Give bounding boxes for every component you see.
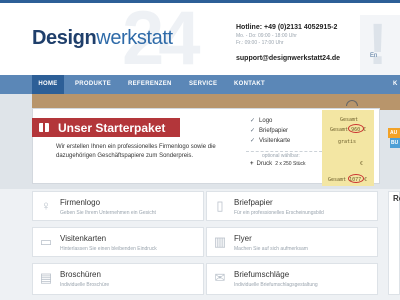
hotline-text: Hotline: +49 (0)2131 4052915-2 xyxy=(236,24,338,31)
service-title: Visitenkarten xyxy=(60,234,107,243)
service-title: Briefumschläge xyxy=(234,270,290,279)
package-icon xyxy=(39,123,49,132)
service-title: Broschüren xyxy=(60,270,101,279)
nav-item-kontakt[interactable]: KONTAKT xyxy=(234,75,265,94)
included-item: ✓ Briefpapier xyxy=(250,126,290,136)
druck-option[interactable]: + Druck 2 x 250 Stück xyxy=(250,161,305,167)
sidebar-panel: Re xyxy=(388,191,400,295)
document-icon: ▯ xyxy=(216,198,224,213)
service-card-briefpapier[interactable]: ▯ Briefpapier Für ein professionelles Er… xyxy=(206,191,378,221)
options-divider xyxy=(246,151,322,152)
optional-label: optional wählbar: xyxy=(262,153,300,159)
hours-line: Mo. - Do: 09:00 - 18:00 Uhr xyxy=(236,33,297,39)
included-list: ✓ Logo ✓ Briefpapier ✓ Visitenkarte xyxy=(250,116,290,146)
service-card-briefumschlaege[interactable]: ✉ Briefumschläge Individuelle Briefumsch… xyxy=(206,263,378,295)
included-item: ✓ Visitenkarte xyxy=(250,136,290,146)
hours-line: Fr.: 09:00 - 17:00 Uhr xyxy=(236,40,284,46)
site-header: 24 Designwerkstatt Hotline: +49 (0)2131 … xyxy=(0,3,400,75)
nav-item-referenzen[interactable]: REFERENZEN xyxy=(128,75,172,94)
plus-icon: + xyxy=(250,161,254,167)
service-title: Briefpapier xyxy=(234,198,273,207)
header-side-graphic: ! En xyxy=(360,12,400,75)
starter-package-banner: Unser Starterpaket xyxy=(32,118,180,137)
map-icon: ▥ xyxy=(213,234,227,249)
note-line: € xyxy=(360,161,364,167)
druck-quantity: 2 x 250 Stück xyxy=(275,161,306,167)
side-badge[interactable]: BU xyxy=(390,138,400,148)
side-badge[interactable]: AU xyxy=(388,128,400,138)
service-title: Flyer xyxy=(234,234,252,243)
price-note: Gesamt Gesamt 960 € gratis € Gesamt 1077… xyxy=(322,110,374,186)
price-circle-mark xyxy=(348,174,364,183)
opening-hours: Mo. - Do: 09:00 - 18:00 Uhr Fr.: 09:00 -… xyxy=(236,33,360,47)
cards-icon: ▭ xyxy=(39,234,53,249)
included-item-label: Briefpapier xyxy=(259,128,289,134)
service-card-visitenkarten[interactable]: ▭ Visitenkarten Hinterlassen Sie einen b… xyxy=(32,227,204,257)
included-item: ✓ Logo xyxy=(250,116,290,126)
service-subtitle: Individuelle Briefumschlagsgestaltung xyxy=(234,282,318,288)
check-icon: ✓ xyxy=(250,138,256,144)
nav-item-cut[interactable]: K xyxy=(393,75,398,94)
check-icon: ✓ xyxy=(250,118,256,124)
starter-package-description: Wir erstellen Ihnen ein professionelles … xyxy=(56,144,216,159)
service-card-firmenlogo[interactable]: ♀ Firmenlogo Geben Sie Ihrem Unternehmen… xyxy=(32,191,204,221)
lightbulb-icon: ♀ xyxy=(41,198,51,213)
included-item-label: Visitenkarte xyxy=(259,138,291,144)
nav-item-service[interactable]: SERVICE xyxy=(189,75,217,94)
check-icon: ✓ xyxy=(250,128,256,134)
price-circle-mark xyxy=(348,124,364,133)
nav-item-produkte[interactable]: PRODUKTE xyxy=(75,75,111,94)
service-subtitle: Machen Sie auf sich aufmerksam xyxy=(234,246,308,252)
note-line: Gesamt xyxy=(340,117,359,123)
service-card-broschueren[interactable]: ▤ Broschüren Individuelle Broschüre xyxy=(32,263,204,295)
envelope-icon: ✉ xyxy=(214,270,226,285)
contact-box: Hotline: +49 (0)2131 4052915-2 Mo. - Do:… xyxy=(236,24,360,65)
note-line: gratis xyxy=(338,139,357,145)
service-subtitle: Hinterlassen Sie einen bleibenden Eindru… xyxy=(60,246,157,252)
starter-package-title: Unser Starterpaket xyxy=(58,121,166,135)
sidebar-fragment-text: Re xyxy=(393,194,400,203)
main-nav: HOME PRODUKTE REFERENZEN SERVICE KONTAKT… xyxy=(0,75,400,94)
service-card-flyer[interactable]: ▥ Flyer Machen Sie auf sich aufmerksam xyxy=(206,227,378,257)
logo-bold-text: Design xyxy=(32,27,97,49)
service-subtitle: Für ein professionelles Erscheinungsbild xyxy=(234,210,324,216)
druck-label: Druck xyxy=(256,161,273,167)
included-item-label: Logo xyxy=(259,118,273,124)
book-icon: ▤ xyxy=(39,270,53,285)
side-fragment-text: En xyxy=(370,53,378,59)
service-subtitle: Geben Sie Ihrem Unternehmen ein Gesicht xyxy=(60,210,156,216)
service-title: Firmenlogo xyxy=(60,198,101,207)
price-tag-string xyxy=(346,100,358,106)
service-subtitle: Individuelle Broschüre xyxy=(60,282,110,288)
logo-regular-text: werkstatt xyxy=(96,27,173,49)
nav-item-home[interactable]: HOME xyxy=(32,75,64,94)
site-logo[interactable]: Designwerkstatt xyxy=(32,27,173,50)
support-email-link[interactable]: support@designwerkstatt24.de xyxy=(236,55,340,62)
exclamation-graphic: ! xyxy=(368,12,388,75)
